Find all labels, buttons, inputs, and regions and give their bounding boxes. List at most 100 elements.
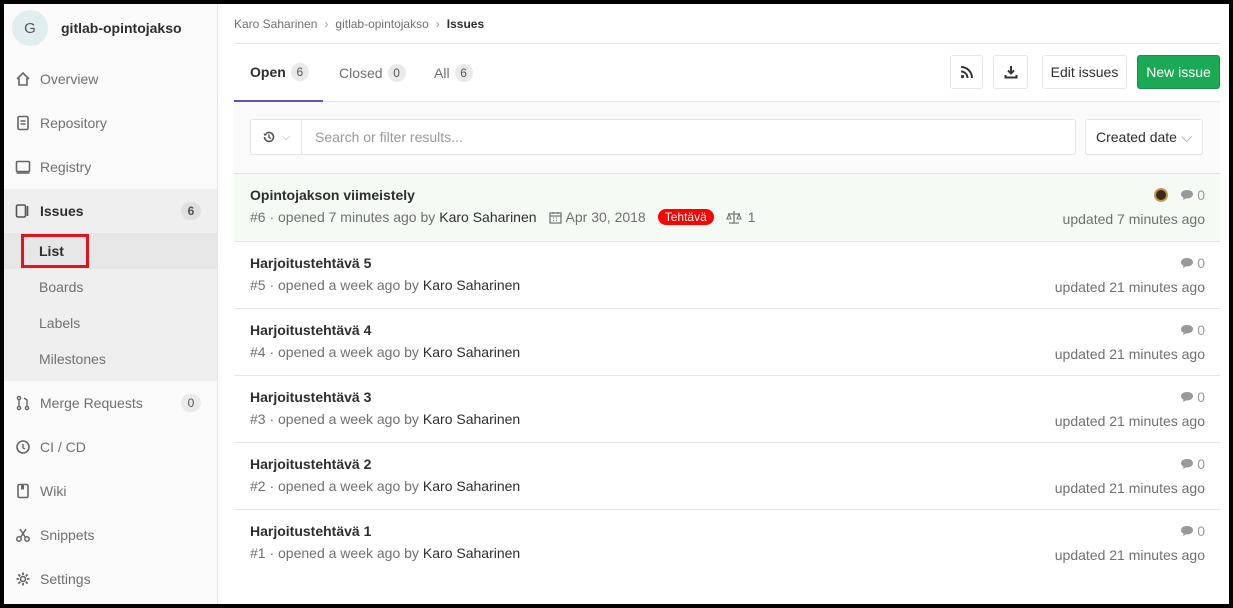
sidebar-nav: Overview Repository Registry Issues 6 Li… xyxy=(4,57,217,601)
sidebar-item-repository[interactable]: Repository xyxy=(4,101,217,145)
app-frame: G gitlab-opintojakso Overview Repository… xyxy=(4,4,1229,604)
sidebar-item-label: Overview xyxy=(40,71,99,87)
issue-stats: 0 xyxy=(1180,255,1205,271)
comment-count: 0 xyxy=(1197,255,1205,271)
comment-count: 0 xyxy=(1197,523,1205,539)
filter-box: ⌵ xyxy=(250,119,1076,155)
edit-issues-button[interactable]: Edit issues xyxy=(1042,55,1127,89)
chevron-right-icon: › xyxy=(324,16,329,31)
issue-row[interactable]: Opintojakson viimeistely #6 · opened 7 m… xyxy=(234,174,1220,242)
issue-author[interactable]: Karo Saharinen xyxy=(423,344,520,360)
new-issue-button[interactable]: New issue xyxy=(1137,55,1220,89)
breadcrumb-current[interactable]: Issues xyxy=(447,17,484,31)
issue-updated: updated 21 minutes ago xyxy=(1054,346,1205,362)
sidebar-item-issues[interactable]: Issues 6 xyxy=(4,189,217,233)
issue-meta: #2 · opened a week ago by Karo Saharinen xyxy=(250,478,520,494)
issue-row[interactable]: Harjoitustehtävä 3 #3 · opened a week ag… xyxy=(234,376,1220,443)
assignee-avatar[interactable] xyxy=(1154,188,1169,202)
sidebar-item-label: Registry xyxy=(40,159,92,175)
comments-icon xyxy=(1181,392,1194,402)
calendar-icon xyxy=(548,211,562,224)
due-date-text: Apr 30, 2018 xyxy=(565,209,646,225)
sidebar-subitem-list[interactable]: List xyxy=(4,233,217,269)
sidebar-subitem-label: Labels xyxy=(39,315,81,331)
sidebar-item-wiki[interactable]: Wiki xyxy=(4,469,217,513)
issue-title[interactable]: Harjoitustehtävä 1 xyxy=(250,523,371,539)
issue-title[interactable]: Harjoitustehtävä 5 xyxy=(250,255,371,271)
issue-row[interactable]: Harjoitustehtävä 1 #1 · opened a week ag… xyxy=(234,510,1220,577)
issue-label[interactable]: Tehtävä xyxy=(657,209,714,225)
issue-meta: #6 · opened 7 minutes ago by Karo Sahari… xyxy=(250,209,756,225)
container-icon xyxy=(14,158,32,176)
export-csv-button[interactable] xyxy=(993,55,1028,89)
issue-title[interactable]: Harjoitustehtävä 3 xyxy=(250,389,371,405)
scale-icon xyxy=(725,211,742,224)
breadcrumb-project[interactable]: gitlab-opintojakso xyxy=(335,17,428,31)
sidebar-item-merge-requests[interactable]: Merge Requests 0 xyxy=(4,381,217,425)
sidebar-item-label: Snippets xyxy=(40,527,95,543)
tab-open[interactable]: Open 6 xyxy=(234,44,323,102)
issue-stats: 0 xyxy=(1180,322,1205,338)
project-name[interactable]: gitlab-opintojakso xyxy=(61,20,182,36)
sidebar-item-overview[interactable]: Overview xyxy=(4,57,217,101)
project-header[interactable]: G gitlab-opintojakso xyxy=(4,4,217,52)
issue-meta: #5 · opened a week ago by Karo Saharinen xyxy=(250,277,520,293)
book-icon xyxy=(14,482,32,500)
issue-stats: 0 xyxy=(1180,389,1205,405)
tab-all[interactable]: All 6 xyxy=(434,44,473,102)
issue-weight: 1 xyxy=(725,209,756,225)
issue-list: Opintojakson viimeistely #6 · opened 7 m… xyxy=(234,174,1220,577)
issue-row[interactable]: Harjoitustehtävä 4 #4 · opened a week ag… xyxy=(234,309,1220,376)
main-content: Karo Saharinen › gitlab-opintojakso › Is… xyxy=(234,4,1220,604)
sidebar-subitem-label: Boards xyxy=(39,279,84,295)
issue-author[interactable]: Karo Saharinen xyxy=(423,411,520,427)
tab-label: All xyxy=(434,65,450,81)
issue-title[interactable]: Harjoitustehtävä 4 xyxy=(250,322,371,338)
tab-count-badge: 6 xyxy=(290,63,309,81)
comments-icon xyxy=(1181,258,1194,268)
comments-icon xyxy=(1181,526,1194,536)
sidebar-item-ci-cd[interactable]: CI / CD xyxy=(4,425,217,469)
recent-searches-button[interactable]: ⌵ xyxy=(251,120,302,154)
issue-reference: #5 · opened a week ago by xyxy=(250,277,419,293)
issues-subnav: List Boards Labels Milestones xyxy=(4,233,217,381)
sidebar-subitem-label: Milestones xyxy=(39,351,106,367)
issue-reference: #6 · opened 7 minutes ago by xyxy=(250,209,436,225)
issue-meta: #3 · opened a week ago by Karo Saharinen xyxy=(250,411,520,427)
issue-state-tabs: Open 6 Closed 0 All 6 Edit issues New is… xyxy=(234,44,1220,102)
rss-button[interactable] xyxy=(950,55,983,89)
issue-stats: 0 xyxy=(1154,187,1205,203)
sidebar-subitem-milestones[interactable]: Milestones xyxy=(4,341,217,377)
issue-author[interactable]: Karo Saharinen xyxy=(439,209,536,225)
issue-author[interactable]: Karo Saharinen xyxy=(423,478,520,494)
gear-icon xyxy=(14,570,32,588)
issue-row[interactable]: Harjoitustehtävä 2 #2 · opened a week ag… xyxy=(234,443,1220,510)
breadcrumb-user[interactable]: Karo Saharinen xyxy=(234,17,317,31)
doc-icon xyxy=(14,114,32,132)
issue-author[interactable]: Karo Saharinen xyxy=(423,277,520,293)
sidebar-item-settings[interactable]: Settings xyxy=(4,557,217,601)
sidebar-item-registry[interactable]: Registry xyxy=(4,145,217,189)
issue-updated: updated 21 minutes ago xyxy=(1054,480,1205,496)
issue-author[interactable]: Karo Saharinen xyxy=(423,545,520,561)
scissors-icon xyxy=(14,526,32,544)
issue-row[interactable]: Harjoitustehtävä 5 #5 · opened a week ag… xyxy=(234,242,1220,309)
sidebar-subitem-labels[interactable]: Labels xyxy=(4,305,217,341)
history-icon xyxy=(263,131,275,143)
sidebar-item-snippets[interactable]: Snippets xyxy=(4,513,217,557)
merge-icon xyxy=(14,394,32,412)
sort-dropdown[interactable]: Created date ⌵ xyxy=(1085,119,1203,155)
search-input[interactable] xyxy=(315,129,1015,145)
sidebar-item-label: Wiki xyxy=(40,483,67,499)
tab-closed[interactable]: Closed 0 xyxy=(339,44,406,102)
comment-count: 0 xyxy=(1197,187,1205,203)
filter-bar: ⌵ Created date ⌵ xyxy=(234,102,1220,174)
issue-title[interactable]: Opintojakson viimeistely xyxy=(250,187,415,203)
sidebar: G gitlab-opintojakso Overview Repository… xyxy=(4,4,218,604)
sidebar-item-label: Settings xyxy=(40,571,91,587)
sidebar-subitem-boards[interactable]: Boards xyxy=(4,269,217,305)
merge-requests-count-badge: 0 xyxy=(181,394,201,412)
issue-updated: updated 21 minutes ago xyxy=(1054,279,1205,295)
issue-title[interactable]: Harjoitustehtävä 2 xyxy=(250,456,371,472)
highlight-box xyxy=(21,234,89,268)
